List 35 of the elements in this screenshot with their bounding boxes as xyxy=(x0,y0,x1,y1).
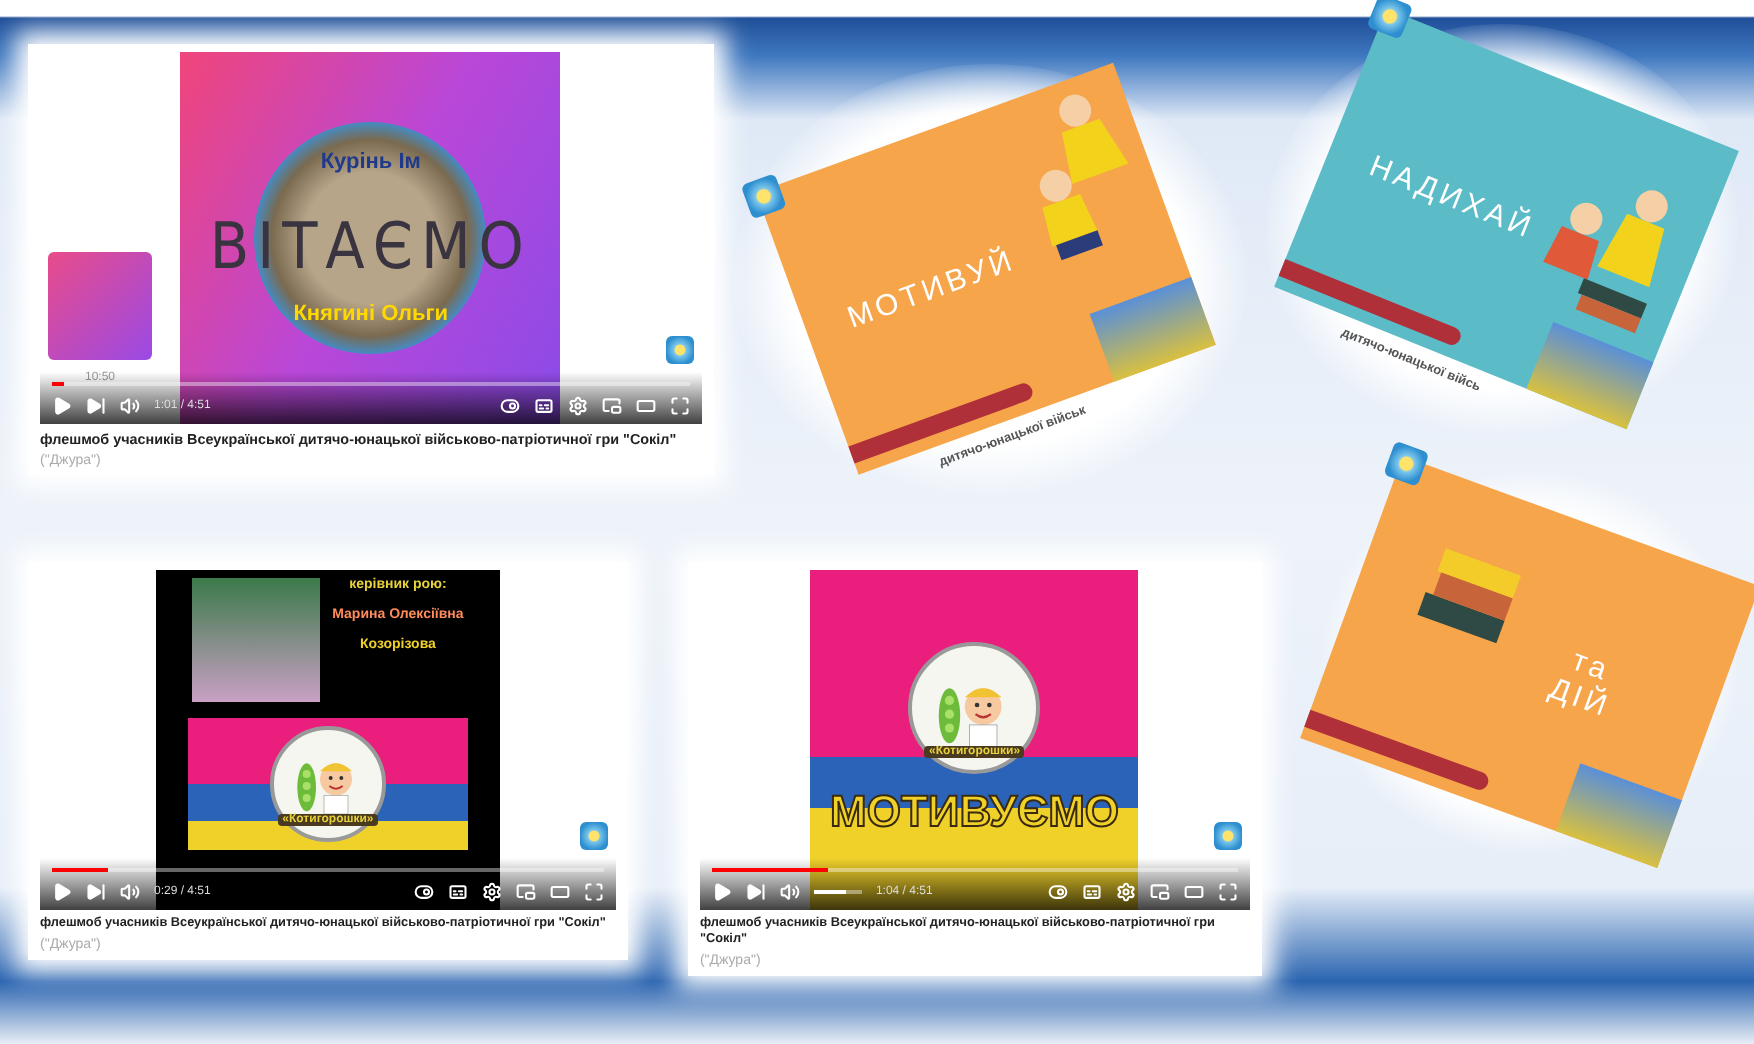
volume-icon[interactable] xyxy=(120,396,140,416)
channel-logo-icon xyxy=(579,822,608,850)
photo-placeholder xyxy=(192,578,321,702)
play-icon[interactable] xyxy=(52,396,72,416)
theater-mode-icon[interactable] xyxy=(549,882,570,902)
settings-icon[interactable] xyxy=(481,882,502,902)
settings-icon[interactable] xyxy=(1115,882,1136,902)
channel-logo-icon xyxy=(1213,822,1242,850)
channel-logo-icon xyxy=(1366,0,1413,39)
badge-title: Курінь Ім xyxy=(320,150,421,174)
theater-mode-icon[interactable] xyxy=(1183,882,1204,902)
subtitles-icon[interactable] xyxy=(533,396,554,416)
channel-logo-icon xyxy=(665,336,694,364)
next-icon[interactable] xyxy=(745,882,766,902)
subtitles-icon[interactable] xyxy=(447,882,468,902)
fullscreen-icon[interactable] xyxy=(669,396,690,416)
next-icon[interactable] xyxy=(86,882,106,902)
autoplay-toggle-icon[interactable] xyxy=(1047,882,1068,902)
next-icon[interactable] xyxy=(86,396,106,416)
play-icon[interactable] xyxy=(711,882,732,902)
settings-icon[interactable] xyxy=(567,396,588,416)
autoplay-toggle-icon[interactable] xyxy=(499,396,520,416)
volume-icon[interactable] xyxy=(779,882,800,902)
play-icon[interactable] xyxy=(52,882,72,902)
volume-icon[interactable] xyxy=(120,882,140,902)
video-thumbnail[interactable] xyxy=(48,252,152,360)
badge-subtitle: Княгині Ольги xyxy=(293,302,449,326)
theater-mode-icon[interactable] xyxy=(635,396,656,416)
subtitles-icon[interactable] xyxy=(1081,882,1102,902)
miniplayer-icon[interactable] xyxy=(601,396,622,416)
miniplayer-icon[interactable] xyxy=(515,882,536,902)
autoplay-toggle-icon[interactable] xyxy=(413,882,434,902)
miniplayer-icon[interactable] xyxy=(1149,882,1170,902)
fullscreen-icon[interactable] xyxy=(583,882,604,902)
fullscreen-icon[interactable] xyxy=(1217,882,1238,902)
